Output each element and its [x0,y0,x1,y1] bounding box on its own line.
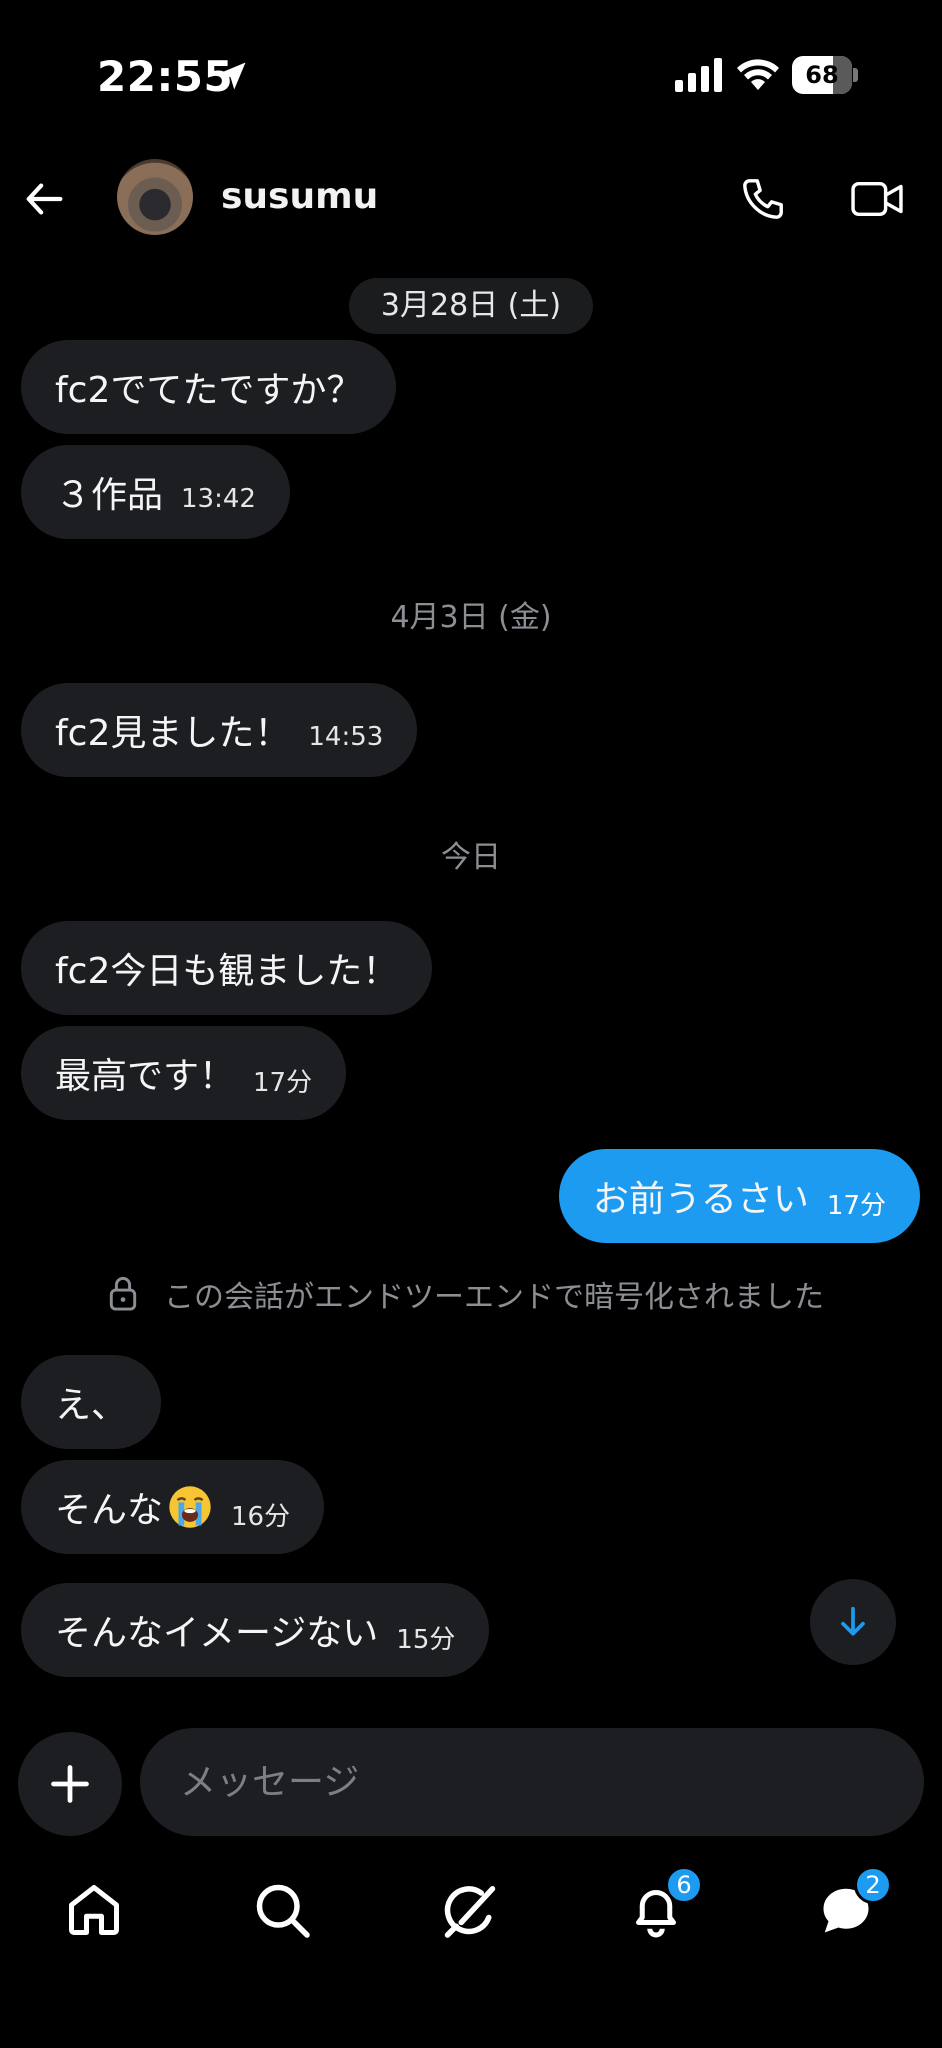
message-time: 13:42 [181,484,256,514]
lock-icon [109,1276,137,1311]
add-attachment-button[interactable] [18,1732,122,1836]
message-text: ３作品 [55,475,164,516]
message-bubble[interactable]: ３作品 13:42 [21,445,290,539]
message-time: 15分 [396,1624,456,1655]
phone-call-icon[interactable] [740,176,786,222]
message-input[interactable] [140,1728,924,1836]
wifi-icon [737,59,779,90]
arrow-down-icon [841,1606,865,1636]
scroll-to-bottom-button[interactable] [810,1579,896,1665]
message-time: 14:53 [308,722,384,752]
message-text: fc2今日も観ました！ [55,951,399,992]
contact-avatar[interactable] [117,159,193,235]
date-separator: 今日 [441,840,501,875]
encryption-notice-text: この会話がエンドツーエンドで暗号化されました [164,1280,824,1315]
crying-face-emoji-icon [169,1486,211,1528]
message-text: お前うるさい [592,1179,809,1220]
message-bubble[interactable]: fc2でてたですか？ [21,340,397,434]
message-bubble-outgoing[interactable]: お前うるさい 17分 [558,1149,920,1243]
message-time: 16分 [231,1501,291,1532]
message-bubble[interactable]: そんなイメージない 15分 [21,1583,490,1677]
chat-header: susumu [0,150,942,244]
message-bubble[interactable]: fc2今日も観ました！ [21,921,433,1015]
search-icon[interactable] [252,1880,312,1940]
battery-indicator: 68 [792,56,858,94]
location-arrow-icon [218,62,246,90]
message-bubble[interactable]: え、 [21,1355,162,1449]
message-text: そんな [55,1490,164,1531]
messages-badge: 2 [854,1866,892,1904]
plus-icon [51,1765,89,1803]
encryption-notice: この会話がエンドツーエンドで暗号化されました [0,1270,942,1316]
bottom-tab-bar: 6 2 [0,1862,942,1962]
grok-icon[interactable] [440,1880,500,1940]
message-time: 17分 [826,1190,886,1221]
back-arrow-icon[interactable] [22,176,68,222]
cellular-signal-icon [675,58,722,92]
message-time: 17分 [253,1067,313,1098]
message-text: fc2でてたですか？ [55,370,363,411]
status-bar: 22:55 68 [0,0,942,150]
message-bubble[interactable]: そんな 16分 [21,1460,325,1554]
notifications-badge: 6 [665,1866,703,1904]
home-icon[interactable] [64,1880,124,1940]
message-bubble[interactable]: 最高です！ 17分 [21,1026,347,1120]
status-time: 22:55 [97,52,234,101]
message-bubble[interactable]: fc2見ました！ 14:53 [21,683,418,777]
message-text: fc2見ました！ [55,713,291,754]
battery-level: 68 [805,61,839,89]
date-separator: 4月3日 (金) [390,600,552,635]
contact-name[interactable]: susumu [221,176,378,217]
date-separator: 3月28日 (土) [349,278,593,334]
message-text: 最高です！ [55,1056,236,1097]
message-text: え、 [55,1385,128,1426]
video-call-icon[interactable] [850,176,904,222]
message-text: そんなイメージない [55,1613,379,1654]
